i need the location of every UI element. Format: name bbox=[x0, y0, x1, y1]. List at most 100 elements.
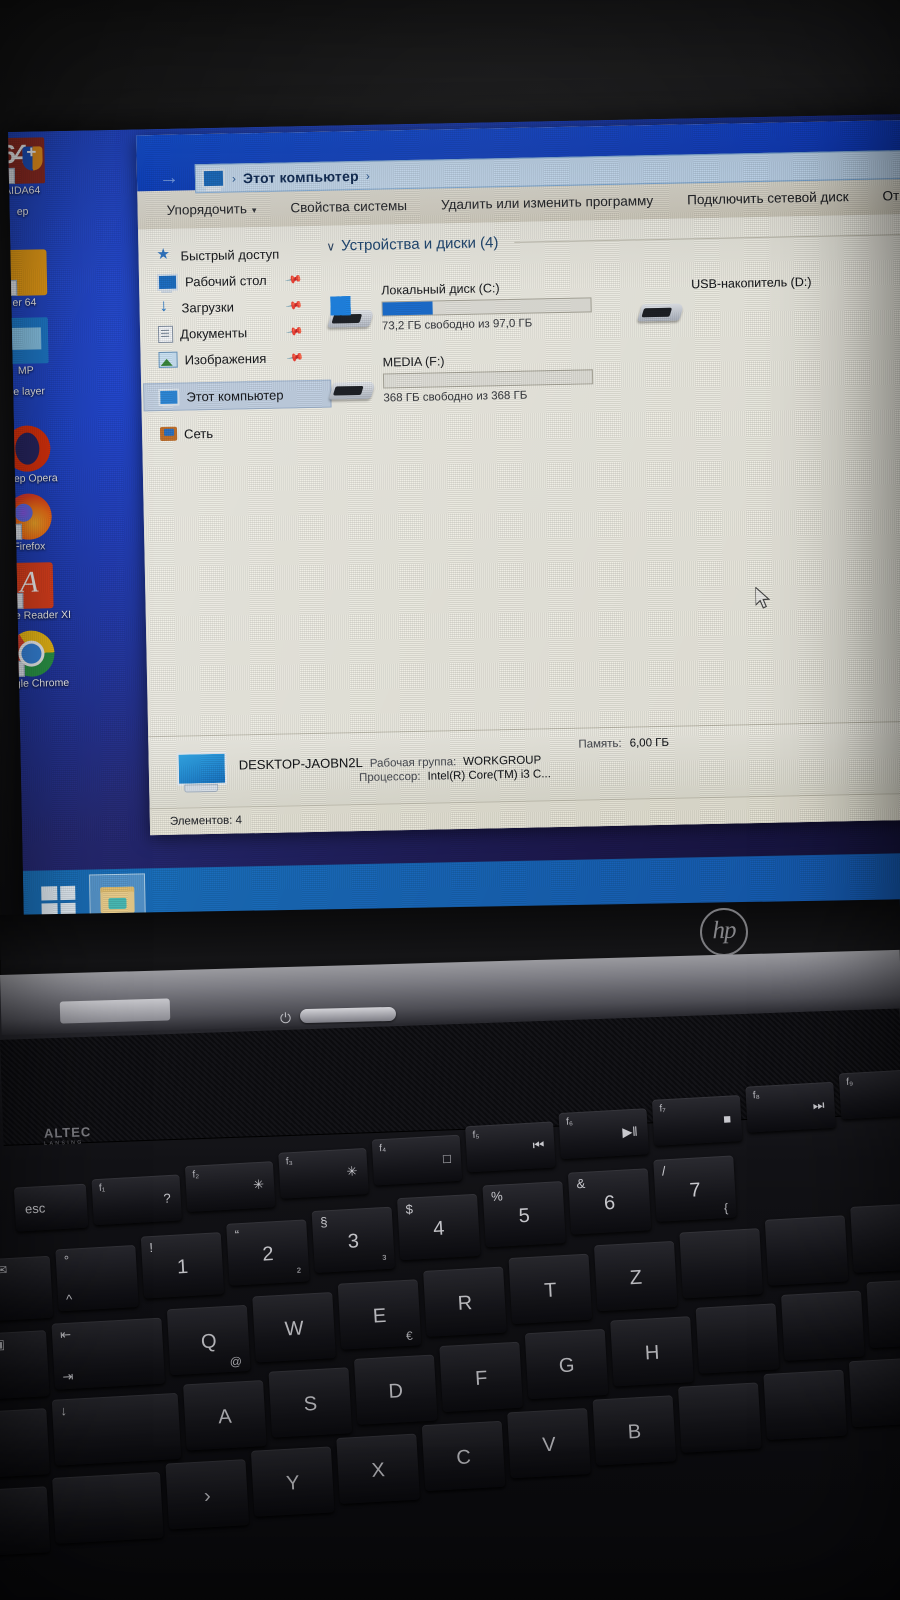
key-help[interactable] bbox=[0, 1486, 51, 1557]
key-7[interactable]: / 7 { bbox=[653, 1155, 737, 1222]
key-g[interactable]: G bbox=[524, 1328, 609, 1400]
key-f7[interactable]: f₇ ■ bbox=[651, 1094, 743, 1146]
sidebar-item-network[interactable]: Сеть bbox=[148, 418, 320, 447]
key-left-shift[interactable] bbox=[52, 1471, 164, 1544]
sidebar-item-desktop[interactable]: Рабочий стол 📌 bbox=[145, 266, 317, 295]
key-6[interactable]: & 6 bbox=[567, 1168, 652, 1235]
drive-free-space: 73,2 ГБ свободно из 97,0 ГБ bbox=[381, 317, 533, 333]
drive-item-local-disk-c[interactable]: Локальный диск (C:) 73,2 ГБ свободно из … bbox=[327, 279, 628, 335]
key-t[interactable]: T bbox=[508, 1253, 593, 1325]
desktop-icon-cut-er64[interactable]: er 64 bbox=[8, 248, 80, 310]
key-d[interactable]: D bbox=[353, 1354, 438, 1425]
key-f1[interactable]: f₁ ? bbox=[91, 1174, 182, 1226]
key-1[interactable]: ! 1 bbox=[140, 1232, 225, 1299]
drive-name: MEDIA (F:) bbox=[382, 354, 445, 370]
key-f8[interactable]: f₈ ⏭ bbox=[745, 1081, 836, 1133]
key-label: T bbox=[543, 1279, 558, 1302]
sidebar-item-quick-access[interactable]: Быстрый доступ bbox=[144, 240, 316, 269]
key-c[interactable]: C bbox=[421, 1420, 506, 1492]
power-button[interactable] bbox=[299, 1006, 397, 1024]
key-print-screen[interactable]: ▣ bbox=[0, 1330, 50, 1400]
opera-icon bbox=[8, 424, 51, 472]
key-label: 2 bbox=[261, 1243, 275, 1266]
toolbar-organize[interactable]: Упорядочить ▾ bbox=[149, 200, 273, 218]
key-x[interactable]: X bbox=[336, 1433, 420, 1504]
key-comma[interactable] bbox=[848, 1356, 900, 1428]
key-w[interactable]: W bbox=[252, 1292, 336, 1363]
key-tab[interactable]: ⇤ ⇥ bbox=[51, 1317, 166, 1390]
key-i[interactable] bbox=[764, 1215, 849, 1286]
key-l[interactable] bbox=[866, 1277, 900, 1349]
breadcrumb-separator[interactable]: › bbox=[366, 168, 370, 182]
desktop-icon-aida64[interactable]: 64 AIDA64 bbox=[8, 137, 77, 199]
key-h[interactable]: H bbox=[610, 1316, 694, 1387]
key-u[interactable] bbox=[679, 1228, 763, 1299]
key-o[interactable] bbox=[850, 1202, 900, 1273]
sidebar-item-this-pc[interactable]: Этот компьютер bbox=[143, 379, 332, 412]
key-s[interactable]: S bbox=[268, 1367, 353, 1438]
key-b[interactable]: B bbox=[592, 1395, 677, 1466]
devices-and-drives-group-header[interactable]: ∨ Устройства и диски (4) bbox=[326, 226, 900, 255]
key-v[interactable]: V bbox=[507, 1408, 591, 1479]
key-3[interactable]: § 3 ³ bbox=[311, 1206, 395, 1273]
key-label: 3 bbox=[347, 1230, 360, 1253]
key-a[interactable]: A bbox=[183, 1380, 267, 1451]
key-z[interactable]: Z bbox=[593, 1240, 678, 1312]
sidebar-item-pictures[interactable]: Изображения 📌 bbox=[146, 344, 318, 373]
forward-icon[interactable]: → bbox=[159, 167, 179, 189]
drive-item-usb-d[interactable]: USB-накопитель (D:) bbox=[637, 272, 900, 328]
toolbar-system-properties[interactable]: Свойства системы bbox=[273, 197, 424, 215]
toolbar-open-settings[interactable]: Открыт bbox=[865, 187, 900, 204]
key-camera[interactable] bbox=[0, 1408, 50, 1478]
pin-icon: 📌 bbox=[285, 322, 304, 341]
key-f4[interactable]: f₄ □ bbox=[371, 1134, 463, 1186]
key-top-label: ! bbox=[148, 1239, 154, 1256]
desktop-icon-opera[interactable]: аузер Opera bbox=[8, 424, 83, 486]
toolbar-uninstall-change-program[interactable]: Удалить или изменить программу bbox=[424, 192, 670, 212]
key-e[interactable]: E € bbox=[337, 1279, 422, 1350]
key-altgr-label: ³ bbox=[382, 1251, 387, 1267]
breadcrumb-this-pc[interactable]: Этот компьютер bbox=[243, 167, 359, 185]
key-f6[interactable]: f₆ ▶‖ bbox=[558, 1108, 649, 1160]
desktop-icon-cut-ep[interactable]: ер bbox=[8, 205, 78, 241]
key-r[interactable]: R bbox=[423, 1266, 507, 1337]
key-altgr-label: @ bbox=[229, 1354, 243, 1369]
key-top-label: / bbox=[661, 1163, 666, 1179]
key-k[interactable] bbox=[781, 1290, 865, 1361]
key-5[interactable]: % 5 bbox=[482, 1181, 566, 1248]
key-label: 5 bbox=[518, 1204, 531, 1228]
key-4[interactable]: $ 4 bbox=[397, 1193, 481, 1261]
previous-track-icon: ⏮ bbox=[532, 1136, 545, 1153]
key-circumflex[interactable]: ° ^ bbox=[55, 1244, 139, 1312]
pictures-icon bbox=[158, 351, 178, 369]
breadcrumb-separator: › bbox=[231, 170, 237, 186]
key-m[interactable] bbox=[763, 1369, 847, 1441]
desktop-icon-google-chrome[interactable]: Google Chrome bbox=[8, 630, 87, 692]
key-f9[interactable]: f₉ bbox=[838, 1068, 900, 1120]
key-2[interactable]: “ 2 ² bbox=[226, 1219, 310, 1286]
key-q[interactable]: Q @ bbox=[166, 1304, 251, 1376]
drive-item-media-f[interactable]: MEDIA (F:) 368 ГБ свободно из 368 ГБ bbox=[328, 351, 630, 407]
key-less-greater[interactable]: › bbox=[165, 1459, 250, 1530]
key-f3[interactable]: f₃ ✳ bbox=[278, 1147, 369, 1199]
play-pause-icon: ▶‖ bbox=[621, 1123, 639, 1140]
windows-start-icon[interactable] bbox=[41, 885, 76, 917]
sidebar-item-documents[interactable]: Документы 📌 bbox=[146, 318, 318, 347]
back-icon[interactable]: ← bbox=[136, 167, 141, 189]
key-esc[interactable]: esc bbox=[13, 1183, 89, 1232]
key-caps-lock[interactable]: ↓ bbox=[51, 1392, 182, 1466]
desktop-icon-cut-player[interactable]: ne layer bbox=[8, 385, 82, 417]
key-j[interactable] bbox=[695, 1303, 780, 1374]
key-f2[interactable]: f₂ ✳ bbox=[184, 1161, 276, 1213]
key-f5[interactable]: f₅ ⏮ bbox=[465, 1121, 556, 1173]
key-mail[interactable]: ✉ bbox=[0, 1255, 54, 1322]
sidebar-item-downloads[interactable]: Загрузки 📌 bbox=[145, 292, 317, 321]
toolbar-map-network-drive[interactable]: Подключить сетевой диск bbox=[670, 188, 866, 207]
desktop-icon-cut-mp[interactable]: МР bbox=[8, 317, 81, 379]
key-y[interactable]: Y bbox=[250, 1446, 335, 1517]
key-n[interactable] bbox=[678, 1382, 762, 1453]
desktop-icon-adobe-reader[interactable]: Adobe Reader XI bbox=[8, 561, 86, 623]
key-f[interactable]: F bbox=[439, 1341, 523, 1413]
desktop-icon-firefox[interactable]: Firefox bbox=[8, 493, 84, 555]
chevron-down-icon[interactable]: ∨ bbox=[326, 239, 335, 253]
